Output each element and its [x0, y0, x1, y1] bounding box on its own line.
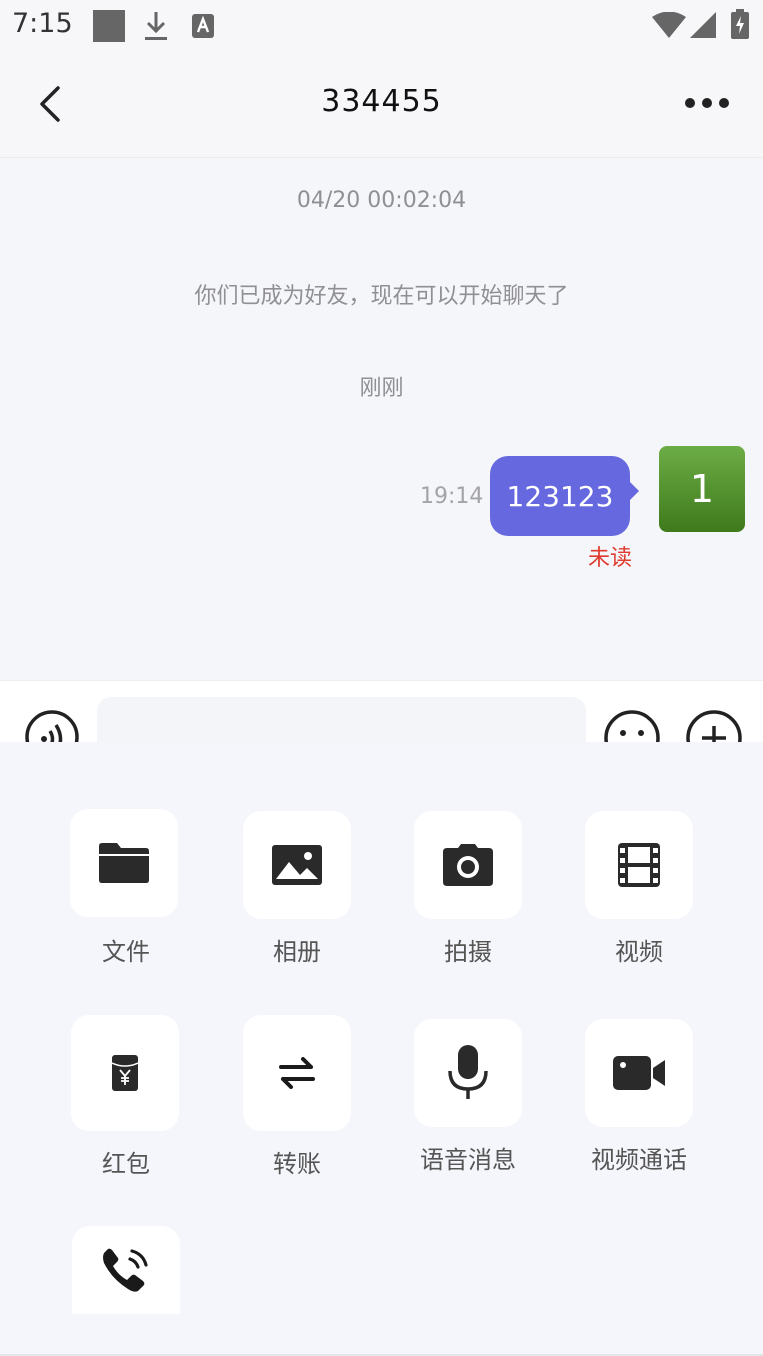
voice-input-icon[interactable] — [24, 709, 80, 742]
wifi-icon — [652, 12, 686, 38]
folder-icon — [99, 843, 149, 883]
panel-label-voice-message: 语音消息 — [420, 1146, 516, 1174]
friend-notice: 你们已成为好友，现在可以开始聊天了 — [194, 284, 569, 309]
signal-icon — [690, 12, 716, 38]
image-icon — [272, 845, 322, 885]
chat-header: 334455 — [0, 52, 763, 158]
panel-label-album: 相册 — [273, 938, 321, 966]
timestamp-now: 刚刚 — [359, 376, 404, 401]
panel-item-transfer[interactable] — [243, 1015, 351, 1131]
notification-square-icon — [93, 10, 125, 42]
panel-item-voice-message[interactable] — [414, 1019, 522, 1127]
panel-item-file[interactable] — [70, 809, 178, 917]
panel-label-video-call: 视频通话 — [591, 1146, 687, 1174]
timestamp-date: 04/20 00:02:04 — [296, 188, 467, 213]
chat-title: 334455 — [321, 84, 442, 119]
keyboard-a-icon — [192, 14, 214, 38]
more-actions-panel: 文件 相册 拍摄 视频 红包 转账 语音消息 视频通话 — [0, 742, 763, 1356]
plus-icon[interactable] — [685, 709, 743, 742]
panel-label-video: 视频 — [615, 938, 663, 966]
message-input[interactable] — [97, 697, 586, 742]
message-bubble[interactable]: 123123 — [490, 456, 630, 536]
video-camera-icon — [613, 1056, 665, 1090]
bubble-tail — [628, 480, 639, 502]
download-icon — [145, 12, 167, 40]
panel-label-transfer: 转账 — [273, 1150, 321, 1178]
transfer-icon — [279, 1057, 315, 1089]
panel-label-camera: 拍摄 — [444, 938, 492, 966]
panel-item-video[interactable] — [585, 811, 693, 919]
more-dots-icon[interactable] — [684, 92, 730, 114]
emoji-icon[interactable] — [603, 709, 661, 742]
status-bar: 7:15 — [0, 0, 763, 52]
panel-label-file: 文件 — [102, 938, 150, 966]
panel-item-video-call[interactable] — [585, 1019, 693, 1127]
status-time: 7:15 — [12, 8, 73, 39]
panel-item-red-envelope[interactable] — [71, 1015, 179, 1131]
read-status: 未读 — [588, 546, 633, 571]
panel-item-album[interactable] — [243, 811, 351, 919]
microphone-icon — [448, 1045, 488, 1099]
camera-icon — [443, 844, 493, 886]
panel-item-camera[interactable] — [414, 811, 522, 919]
message-time: 19:14 — [420, 484, 484, 509]
phone-call-icon — [103, 1248, 148, 1292]
film-icon — [618, 843, 660, 887]
panel-item-voice-call[interactable] — [72, 1226, 180, 1314]
battery-charging-icon — [731, 9, 749, 39]
input-bar — [0, 680, 763, 742]
panel-label-red-envelope: 红包 — [102, 1150, 150, 1178]
red-envelope-icon — [112, 1055, 138, 1091]
chat-messages: 04/20 00:02:04 你们已成为好友，现在可以开始聊天了 刚刚 19:1… — [0, 158, 763, 680]
avatar[interactable]: 1 — [659, 446, 745, 532]
